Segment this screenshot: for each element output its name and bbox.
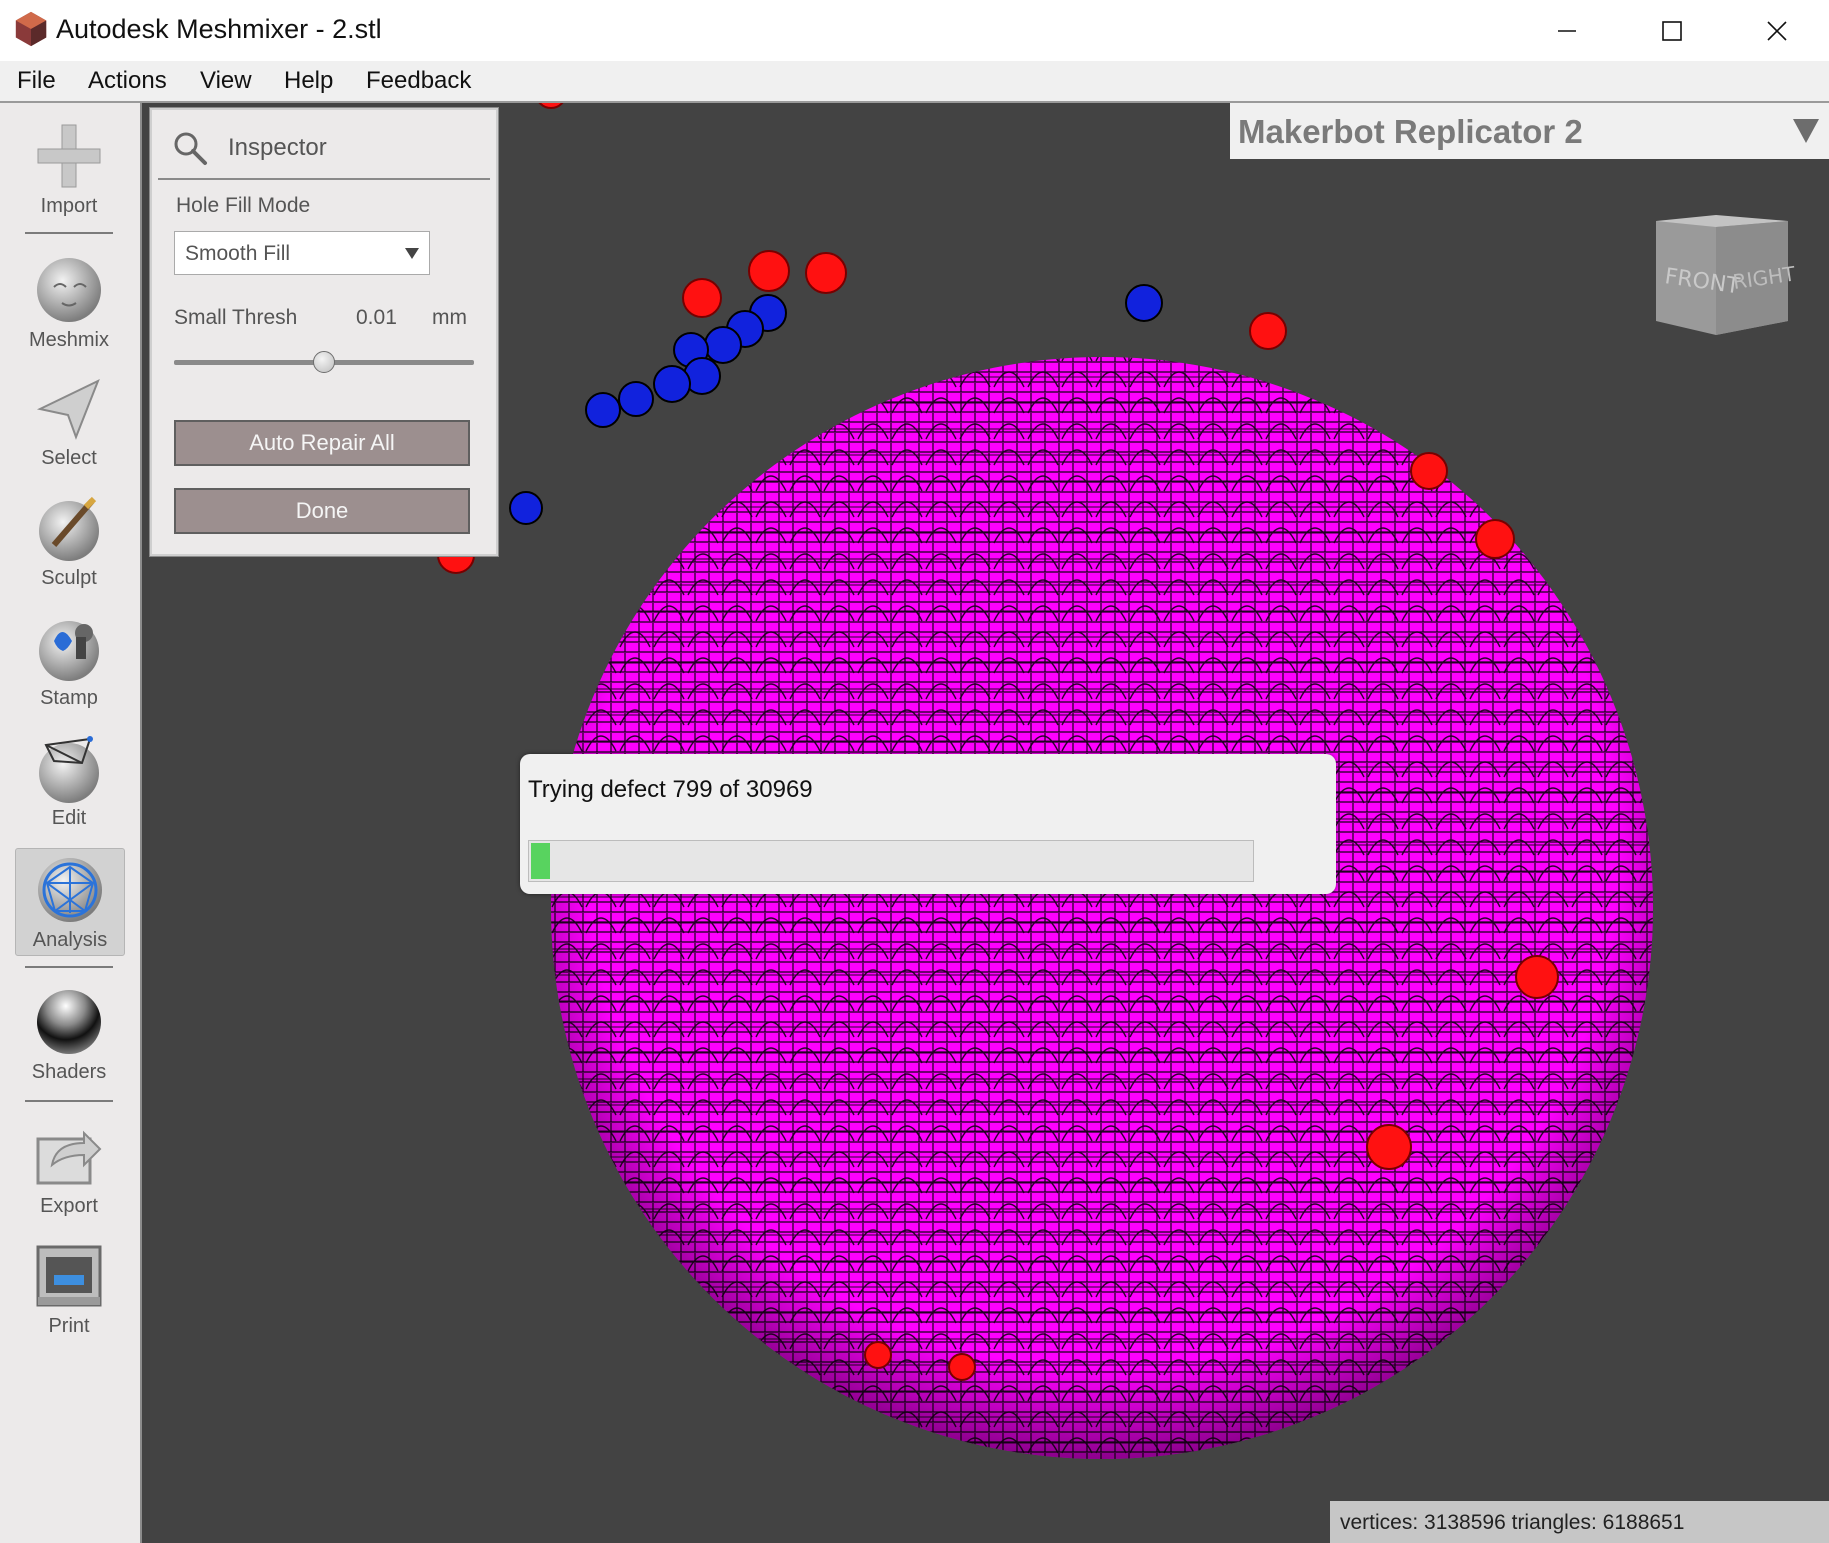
close-button[interactable] — [1724, 0, 1829, 61]
tool-label: Export — [40, 1195, 98, 1217]
printer-selector[interactable]: Makerbot Replicator 2 — [1230, 103, 1829, 159]
menu-help[interactable]: Help — [284, 67, 333, 95]
minimize-button[interactable] — [1514, 0, 1619, 61]
menu-bar: File Actions View Help Feedback — [0, 61, 1829, 103]
window-title: Autodesk Meshmixer - 2.stl — [56, 14, 382, 44]
chrome-sphere-icon — [37, 990, 101, 1054]
inspector-panel: Inspector Hole Fill Mode Smooth Fill Sma… — [150, 108, 498, 556]
meshmixer-logo-icon — [15, 11, 47, 47]
title-bar: Autodesk Meshmixer - 2.stl — [0, 0, 1829, 61]
brush-sphere-icon — [39, 496, 99, 561]
small-thresh-value[interactable]: 0.01 — [356, 306, 397, 330]
toolbar-divider — [25, 1100, 113, 1102]
progress-text: Trying defect 799 of 30969 — [528, 776, 813, 803]
hole-fill-mode-label: Hole Fill Mode — [176, 194, 311, 217]
tool-stamp[interactable]: Stamp — [15, 611, 123, 710]
progress-bar-fill — [531, 843, 550, 879]
tool-label: Select — [41, 447, 97, 469]
plus-icon — [37, 124, 101, 188]
small-thresh-slider-handle[interactable] — [313, 351, 335, 373]
toolbar-divider — [25, 232, 113, 234]
view-cube[interactable]: FRONT RIGHT — [1656, 215, 1797, 335]
tool-analysis[interactable]: Analysis — [15, 848, 125, 956]
magnifier-icon — [174, 132, 207, 165]
tool-import[interactable]: Import — [15, 119, 123, 218]
menu-actions[interactable]: Actions — [88, 67, 167, 95]
printer-name: Makerbot Replicator 2 — [1238, 113, 1583, 150]
export-arrow-icon — [36, 1130, 102, 1185]
close-icon — [1766, 20, 1787, 41]
toolbar-divider — [25, 966, 113, 968]
tool-label: Analysis — [32, 929, 108, 951]
tool-export[interactable]: Export — [15, 1119, 123, 1218]
small-thresh-unit: mm — [432, 306, 467, 329]
auto-repair-all-button[interactable]: Auto Repair All — [174, 420, 470, 466]
hole-fill-mode-dropdown[interactable]: Smooth Fill — [174, 231, 430, 275]
mesh-stats-status: vertices: 3138596 triangles: 6188651 — [1330, 1501, 1829, 1543]
tool-meshmix[interactable]: Meshmix — [15, 253, 123, 352]
left-toolbar: Import Meshmix Select Sculpt Stamp Edit … — [0, 103, 142, 1543]
tool-label: Stamp — [40, 687, 98, 709]
tool-shaders[interactable]: Shaders — [15, 985, 123, 1084]
menu-view[interactable]: View — [200, 67, 252, 95]
menu-feedback[interactable]: Feedback — [366, 67, 471, 95]
tool-label: Shaders — [31, 1061, 107, 1083]
inspector-header: Inspector — [158, 114, 490, 180]
maximize-button[interactable] — [1619, 0, 1724, 61]
tool-label: Sculpt — [41, 567, 97, 589]
minimize-icon — [1557, 29, 1576, 32]
wireframe-sphere-icon — [39, 736, 99, 803]
chevron-down-icon[interactable] — [1793, 119, 1819, 143]
tool-select[interactable]: Select — [15, 371, 123, 470]
chevron-down-icon — [405, 248, 419, 259]
maximize-icon — [1661, 20, 1682, 41]
done-button[interactable]: Done — [174, 488, 470, 534]
bunny-face-sphere-icon — [37, 258, 101, 322]
progress-dialog: Trying defect 799 of 30969 — [520, 754, 1336, 894]
printer-icon — [36, 1245, 102, 1307]
inspector-title: Inspector — [228, 134, 327, 161]
tool-label: Meshmix — [28, 329, 109, 351]
tool-label: Import — [40, 195, 98, 217]
tool-print[interactable]: Print — [15, 1239, 123, 1338]
tool-sculpt[interactable]: Sculpt — [15, 491, 123, 590]
mesh-sphere-analysis-icon — [38, 858, 102, 922]
status-text: vertices: 3138596 triangles: 6188651 — [1340, 1511, 1685, 1534]
menu-file[interactable]: File — [17, 67, 56, 95]
tool-label: Edit — [51, 807, 87, 829]
tool-edit[interactable]: Edit — [15, 731, 123, 830]
stamp-sphere-icon — [39, 621, 99, 681]
small-thresh-label: Small Thresh — [174, 306, 298, 329]
hole-fill-mode-value: Smooth Fill — [185, 242, 291, 265]
tool-label: Print — [48, 1315, 90, 1337]
arrow-cursor-icon — [36, 378, 100, 440]
progress-bar — [528, 840, 1254, 882]
